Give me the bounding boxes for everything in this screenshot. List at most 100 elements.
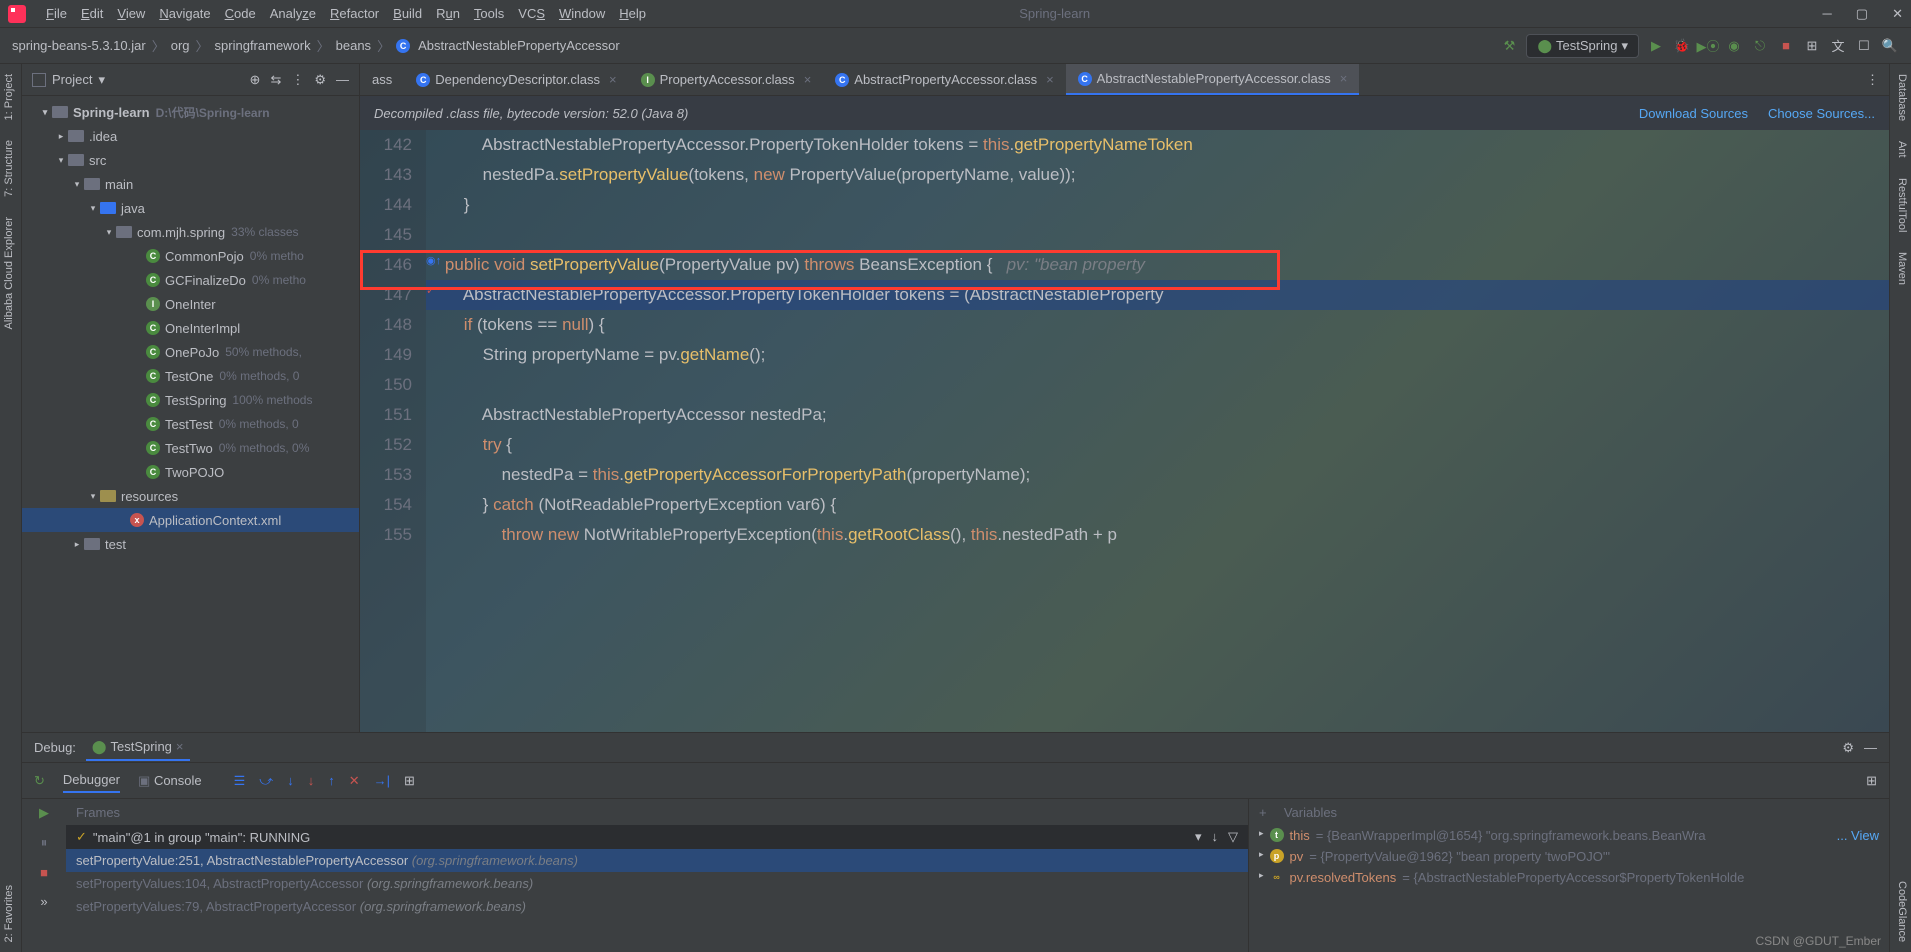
menu-refactor[interactable]: Refactor	[330, 6, 379, 21]
editor-tab-2[interactable]: IPropertyAccessor.class×	[629, 64, 824, 95]
menu-analyze[interactable]: Analyze	[270, 6, 316, 21]
rerun-icon[interactable]: ↻	[34, 773, 45, 789]
menu-code[interactable]: Code	[225, 6, 256, 21]
filter-icon[interactable]: ▽	[1228, 829, 1238, 845]
editor-tab-1[interactable]: CDependencyDescriptor.class×	[404, 64, 628, 95]
left-tab-structure[interactable]: 7: Structure	[0, 130, 21, 207]
right-tab-codeglance[interactable]: CodeGlance	[1890, 871, 1911, 952]
maximize-icon[interactable]: ▢	[1856, 6, 1868, 22]
tree-class-0[interactable]: CCommonPojo0% metho	[22, 244, 359, 268]
editor-tab-0[interactable]: ass	[360, 64, 404, 95]
tree-appctx[interactable]: xApplicationContext.xml	[22, 508, 359, 532]
console-tab[interactable]: ▣ Console	[138, 769, 202, 793]
run-to-cursor-icon[interactable]: →|	[374, 773, 390, 789]
filter-down-icon[interactable]: ↓	[1212, 829, 1219, 845]
debug-hide-icon[interactable]: —	[1864, 740, 1877, 756]
step-into-icon[interactable]: ↓	[287, 773, 294, 789]
menu-edit[interactable]: Edit	[81, 6, 103, 21]
target-icon[interactable]: ⊕	[250, 72, 261, 88]
hammer-icon[interactable]: ⚒	[1500, 38, 1518, 54]
left-tab-alibaba[interactable]: Alibaba Cloud Explorer	[0, 207, 21, 340]
code-editor[interactable]: 142 143 144 145 146 147 148 149 150 151 …	[360, 130, 1889, 732]
menu-build[interactable]: Build	[393, 6, 422, 21]
debugger-tab[interactable]: Debugger	[63, 768, 120, 793]
more-3-icon[interactable]: ☐	[1855, 38, 1873, 54]
debug-icon[interactable]: 🐞	[1673, 38, 1691, 54]
profile-icon[interactable]: ◉	[1725, 38, 1743, 54]
expand-icon[interactable]: ⇆	[270, 72, 281, 88]
choose-sources-link[interactable]: Choose Sources...	[1768, 106, 1875, 121]
var-this[interactable]: ▸tthis= {BeanWrapperImpl@1654} "org.spri…	[1249, 825, 1889, 846]
menu-file[interactable]: File	[46, 6, 67, 21]
download-sources-link[interactable]: Download Sources	[1639, 106, 1748, 121]
evaluate-icon[interactable]: ⊞	[404, 773, 415, 789]
right-tab-ant[interactable]: Ant	[1890, 131, 1911, 168]
thread-selector[interactable]: ✓ "main"@1 in group "main": RUNNING ▾↓▽	[66, 825, 1248, 849]
attach-icon[interactable]: ⎋	[1751, 38, 1769, 54]
menu-vcs[interactable]: VCS	[518, 6, 545, 21]
tree-resources[interactable]: ▾resources	[22, 484, 359, 508]
tree-class-5[interactable]: CTestOne0% methods, 0	[22, 364, 359, 388]
coverage-icon[interactable]: ▶⦿	[1699, 36, 1717, 55]
menu-tools[interactable]: Tools	[474, 6, 504, 21]
tree-test[interactable]: ▸test	[22, 532, 359, 556]
menu-view[interactable]: View	[117, 6, 145, 21]
step-over-icon[interactable]: ⤻	[259, 773, 273, 789]
tree-java[interactable]: ▾java	[22, 196, 359, 220]
tree-idea[interactable]: ▸.idea	[22, 124, 359, 148]
crumb-jar[interactable]: spring-beans-5.3.10.jar	[12, 38, 146, 53]
tree-root[interactable]: ▾Spring-learnD:\代码\Spring-learn	[22, 100, 359, 124]
tree-main[interactable]: ▾main	[22, 172, 359, 196]
tree-class-2[interactable]: IOneInter	[22, 292, 359, 316]
frame-1[interactable]: setPropertyValues:104, AbstractPropertyA…	[66, 872, 1248, 895]
frame-2[interactable]: setPropertyValues:79, AbstractPropertyAc…	[66, 895, 1248, 918]
tree-class-8[interactable]: CTestTwo0% methods, 0%	[22, 436, 359, 460]
project-tree[interactable]: ▾Spring-learnD:\代码\Spring-learn ▸.idea ▾…	[22, 96, 359, 732]
debug-gear-icon[interactable]: ⚙	[1842, 740, 1854, 756]
crumb-sfw[interactable]: springframework	[215, 38, 311, 53]
search-icon[interactable]: 🔍	[1881, 38, 1899, 54]
tree-class-7[interactable]: CTestTest0% methods, 0	[22, 412, 359, 436]
gear-icon[interactable]: ⚙	[314, 72, 326, 88]
right-tab-restful[interactable]: RestfulTool	[1890, 168, 1911, 242]
crumb-org[interactable]: org	[171, 38, 190, 53]
tree-pkg[interactable]: ▾com.mjh.spring33% classes	[22, 220, 359, 244]
close-icon[interactable]: ✕	[1892, 6, 1903, 22]
hide-icon[interactable]: —	[336, 72, 349, 88]
frame-0[interactable]: setPropertyValue:251, AbstractNestablePr…	[66, 849, 1248, 872]
tree-class-1[interactable]: CGCFinalizeDo0% metho	[22, 268, 359, 292]
more-icon[interactable]: »	[40, 894, 47, 909]
stop-icon[interactable]: ■	[1777, 38, 1795, 53]
step-out-icon[interactable]: ↑	[328, 773, 335, 789]
crumb-class[interactable]: AbstractNestablePropertyAccessor	[418, 38, 620, 53]
run-config-selector[interactable]: ⬤ TestSpring ▾	[1526, 34, 1639, 58]
editor-tab-3[interactable]: CAbstractPropertyAccessor.class×	[823, 64, 1065, 95]
project-dropdown-icon[interactable]: ▾	[98, 72, 105, 88]
drop-frame-icon[interactable]: ✕	[349, 773, 360, 789]
left-tab-project[interactable]: 1: Project	[0, 64, 21, 130]
menu-run[interactable]: Run	[436, 6, 460, 21]
vdots-icon[interactable]: ⋮	[291, 72, 304, 88]
tree-class-9[interactable]: CTwoPOJO	[22, 460, 359, 484]
tree-class-6[interactable]: CTestSpring100% methods	[22, 388, 359, 412]
left-tab-favorites[interactable]: 2: Favorites	[0, 875, 21, 952]
resume-icon[interactable]: ▶	[39, 805, 49, 821]
right-tab-database[interactable]: Database	[1890, 64, 1911, 131]
var-tokens[interactable]: ▸∞pv.resolvedTokens= {AbstractNestablePr…	[1249, 867, 1889, 888]
menu-navigate[interactable]: Navigate	[159, 6, 210, 21]
tree-src[interactable]: ▾src	[22, 148, 359, 172]
add-watch-icon[interactable]: + Variables	[1249, 799, 1889, 825]
more-1-icon[interactable]: ⊞	[1803, 38, 1821, 54]
menu-help[interactable]: Help	[619, 6, 646, 21]
run-icon[interactable]: ▶	[1647, 38, 1665, 54]
more-2-icon[interactable]: 文	[1829, 36, 1847, 55]
tree-class-4[interactable]: COnePoJo50% methods,	[22, 340, 359, 364]
debug-session-tab[interactable]: ⬤ TestSpring ×	[86, 735, 190, 761]
menu-window[interactable]: Window	[559, 6, 605, 21]
right-tab-maven[interactable]: Maven	[1890, 242, 1911, 295]
editor-dropdown-icon[interactable]: ⋮	[1856, 72, 1889, 88]
tree-class-3[interactable]: COneInterImpl	[22, 316, 359, 340]
layout-icon[interactable]: ⊞	[1866, 773, 1877, 789]
force-step-icon[interactable]: ↓	[308, 773, 315, 789]
threads-icon[interactable]: ☰	[234, 773, 246, 789]
